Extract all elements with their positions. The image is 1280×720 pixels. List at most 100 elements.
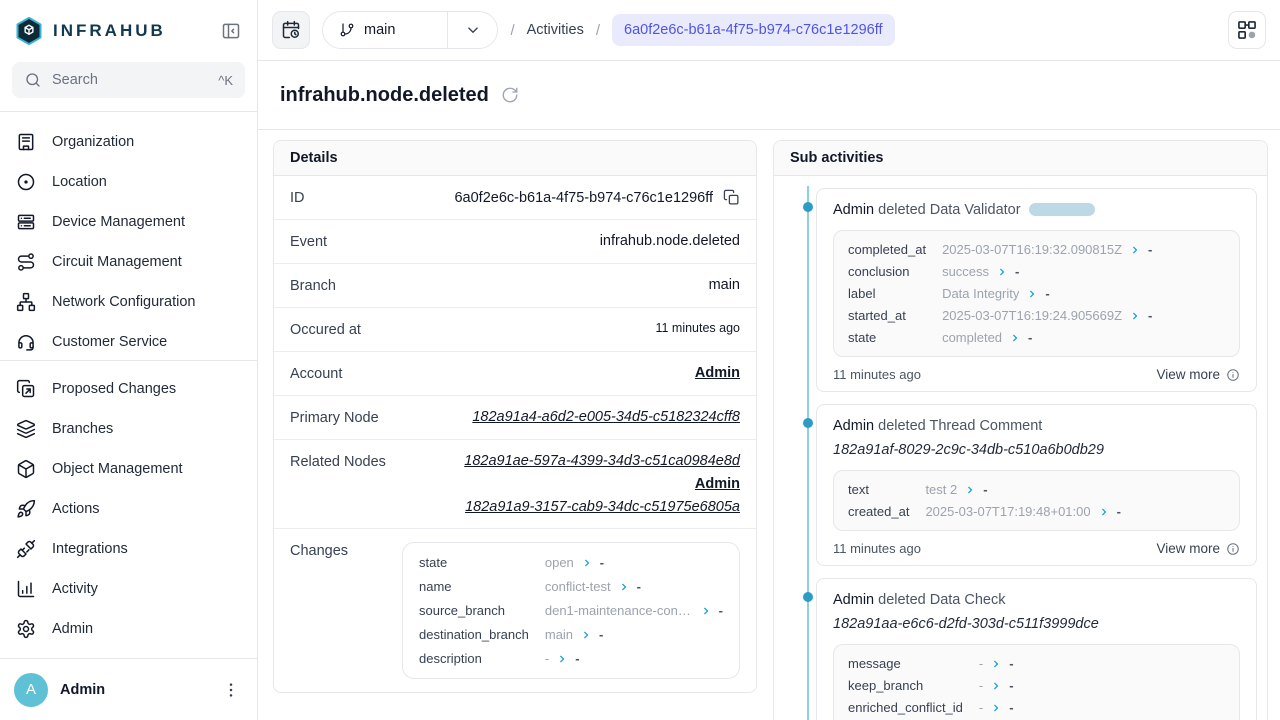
timeline-line <box>807 186 809 720</box>
info-icon <box>1226 542 1240 556</box>
sidebar-item-location[interactable]: Location <box>8 162 249 202</box>
sub-activity-node-id: 182a91aa-e6c6-d2fd-303d-c511f3999dce <box>833 616 1240 632</box>
prop-new-value: - <box>1148 308 1152 323</box>
chevron-right-icon <box>1010 333 1020 343</box>
avatar: A <box>14 673 48 707</box>
app-window: INFRAHUB Search ^K Organization Location D… <box>0 0 1280 720</box>
sub-activity-card: Admin deleted Data Validatorcompleted_at… <box>816 188 1257 392</box>
prop-previous-value: - <box>979 656 983 671</box>
sub-activity-footer: 11 minutes agoView more <box>833 541 1240 556</box>
sub-activity-title: Admin deleted Thread Comment <box>833 418 1240 434</box>
sidebar-item-device-management[interactable]: Device Management <box>8 202 249 242</box>
view-more-button[interactable]: View more <box>1156 367 1240 382</box>
sidebar-item-label: Branches <box>52 421 113 437</box>
prop-previous-value: success <box>942 264 989 279</box>
page-title-bar: infrahub.node.deleted <box>258 61 1280 130</box>
schema-visualizer-button[interactable] <box>1228 11 1266 49</box>
sidebar-item-integrations[interactable]: Integrations <box>8 529 249 569</box>
detail-row-link[interactable]: Admin <box>695 365 740 381</box>
prop-new-value: - <box>719 603 723 618</box>
sidebar-item-circuit-management[interactable]: Circuit Management <box>8 242 249 282</box>
details-panel: Details ID6a0f2e6c-b61a-4f75-b974-c76c1e… <box>273 140 757 693</box>
sidebar-item-activity[interactable]: Activity <box>8 569 249 609</box>
sidebar-item-object-management[interactable]: Object Management <box>8 449 249 489</box>
prop-key: state <box>419 555 529 570</box>
chevron-right-icon <box>1130 311 1140 321</box>
sub-activity-action: deleted Data Check <box>878 592 1005 608</box>
detail-row-related-nodes: Related Nodes182a91ae-597a-4399-34d3-c51… <box>274 440 756 529</box>
chevron-right-icon <box>991 703 1001 713</box>
related-node-link[interactable]: 182a91a9-3157-cab9-34dc-c51975e6805a <box>465 499 740 515</box>
breadcrumb-activity-id[interactable]: 6a0f2e6c-b61a-4f75-b974-c76c1e1296ff <box>612 14 895 46</box>
detail-row-key: Changes <box>290 542 348 559</box>
sidebar-item-branches[interactable]: Branches <box>8 409 249 449</box>
sidebar-item-network-configuration[interactable]: Network Configuration <box>8 282 249 322</box>
branch-selector-toggle[interactable] <box>447 12 497 48</box>
prop-key: enriched_conflict_id <box>848 700 963 715</box>
sidebar-item-proposed-changes[interactable]: Proposed Changes <box>8 369 249 409</box>
chevron-right-icon <box>997 267 1007 277</box>
chevron-right-icon <box>1027 289 1037 299</box>
chevron-right-icon <box>991 659 1001 669</box>
sub-activity-card: Admin deleted Data Check182a91aa-e6c6-d2… <box>816 578 1257 720</box>
copy-icon <box>723 189 740 206</box>
infrahub-logo-icon <box>14 16 44 46</box>
content: Details ID6a0f2e6c-b61a-4f75-b974-c76c1e… <box>258 130 1280 720</box>
location-icon <box>16 172 36 192</box>
search-input[interactable]: Search ^K <box>12 62 245 98</box>
prop-new-value: - <box>1009 678 1013 693</box>
prop-values: 2025-03-07T17:19:48+01:00- <box>925 504 1225 519</box>
sidebar-item-organization[interactable]: Organization <box>8 122 249 162</box>
network-configuration-icon <box>16 292 36 312</box>
proposed-changes-icon <box>16 379 36 399</box>
prop-previous-value: main <box>545 627 573 642</box>
sidebar-nav-secondary: Proposed Changes Branches Object Managemen… <box>0 369 257 658</box>
refresh-icon <box>501 86 519 104</box>
user-menu-button[interactable] <box>221 680 241 700</box>
sidebar: INFRAHUB Search ^K Organization Location D… <box>0 0 258 720</box>
organization-icon <box>16 132 36 152</box>
prop-values: conflict-test- <box>545 579 723 594</box>
sidebar-item-label: Location <box>52 174 107 190</box>
detail-row-link[interactable]: 182a91a4-a6d2-e005-34d5-c5182324cff8 <box>472 409 740 425</box>
prop-new-value: - <box>600 555 604 570</box>
prop-new-value: - <box>1009 656 1013 671</box>
search-icon <box>24 71 42 89</box>
search-placeholder: Search <box>52 72 208 88</box>
prop-new-value: - <box>599 627 603 642</box>
time-travel-button[interactable] <box>272 11 310 49</box>
chevron-right-icon <box>619 582 629 592</box>
sub-activity-actor: Admin <box>833 418 874 434</box>
sidebar-item-admin[interactable]: Admin <box>8 609 249 649</box>
chevron-right-icon <box>701 606 711 616</box>
sidebar-header: INFRAHUB <box>0 0 257 62</box>
prop-values: Data Integrity- <box>942 286 1225 301</box>
detail-row-key: Event <box>290 233 327 250</box>
chevron-right-icon <box>557 654 567 664</box>
view-more-button[interactable]: View more <box>1156 541 1240 556</box>
refresh-button[interactable] <box>501 86 519 104</box>
sidebar-item-actions[interactable]: Actions <box>8 489 249 529</box>
related-node-link[interactable]: Admin <box>695 476 740 492</box>
calendar-clock-icon <box>281 20 301 40</box>
detail-row-occured-at: Occured at11 minutes ago <box>274 308 756 352</box>
branch-selector: main <box>322 11 498 49</box>
sidebar-item-customer-service[interactable]: Customer Service <box>8 322 249 361</box>
related-node-link[interactable]: 182a91ae-597a-4399-34d3-c51ca0984e8d <box>464 453 740 469</box>
detail-row-value-group: 6a0f2e6c-b61a-4f75-b974-c76c1e1296ff <box>454 189 740 206</box>
sub-activity-footer: 11 minutes agoView more <box>833 367 1240 382</box>
branch-selector-current[interactable]: main <box>323 12 447 48</box>
prop-previous-value: 2025-03-07T17:19:48+01:00 <box>925 504 1090 519</box>
prop-key: state <box>848 330 926 345</box>
copy-id-button[interactable] <box>723 189 740 206</box>
prop-previous-value: 2025-03-07T16:19:24.905669Z <box>942 308 1122 323</box>
sidebar-item-label: Customer Service <box>52 334 167 350</box>
infrahub-logo: INFRAHUB <box>14 16 166 46</box>
breadcrumb-activities[interactable]: Activities <box>527 22 584 38</box>
sidebar-collapse-button[interactable] <box>221 21 241 41</box>
sidebar-item-label: Integrations <box>52 541 128 557</box>
prop-previous-value: completed <box>942 330 1002 345</box>
prop-new-value: - <box>983 482 987 497</box>
sidebar-nav-primary: Organization Location Device ManagementCir… <box>0 111 257 361</box>
prop-key: source_branch <box>419 603 529 618</box>
